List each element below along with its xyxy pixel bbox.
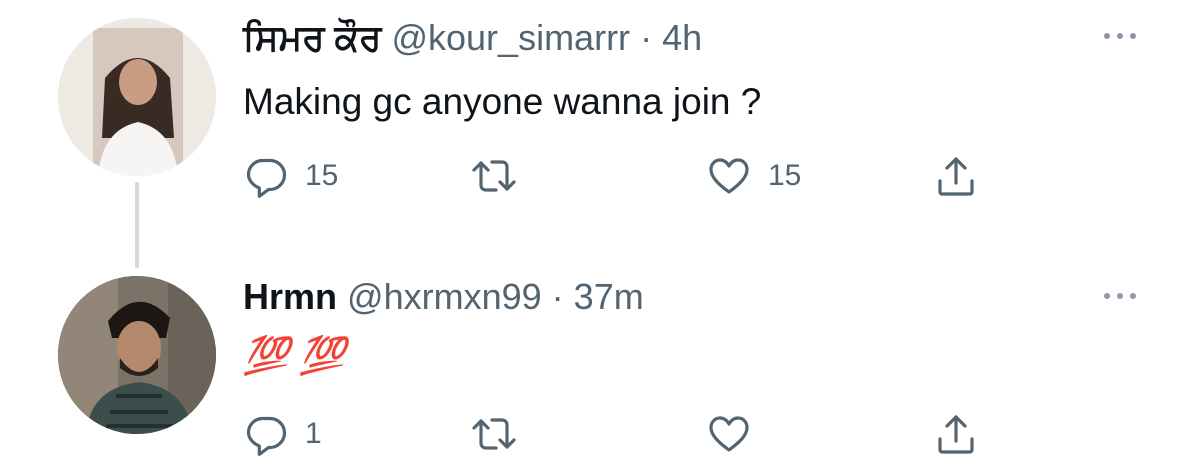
like-count: 15	[768, 159, 802, 192]
tweet-1[interactable]: ਸਿਮਰ ਕੌਰ @kour_simarrr · 4h Making gc an…	[0, 0, 1200, 268]
retweet-icon	[471, 153, 517, 199]
timestamp[interactable]: 4h	[662, 17, 702, 58]
tweet-2[interactable]: Hrmn @hxrmxn99 · 37m 💯 💯 1	[0, 230, 1200, 475]
tweet-actions: 15 15	[243, 153, 1003, 203]
tweet-text: Making gc anyone wanna join ?	[243, 81, 762, 122]
more-icon	[1104, 33, 1136, 39]
display-name[interactable]: Hrmn	[243, 276, 337, 317]
retweet-button[interactable]	[471, 153, 533, 199]
share-button[interactable]	[933, 153, 979, 199]
timestamp[interactable]: 37m	[574, 276, 644, 317]
reply-count: 15	[305, 159, 339, 192]
separator-dot: ·	[640, 17, 653, 58]
reply-icon	[243, 153, 289, 199]
heart-icon	[706, 411, 752, 457]
heart-icon	[706, 153, 752, 199]
avatar[interactable]	[58, 276, 216, 434]
reply-button[interactable]: 15	[243, 153, 338, 199]
more-options-button[interactable]	[1104, 33, 1136, 39]
avatar-photo	[58, 276, 216, 434]
reply-count: 1	[305, 417, 322, 450]
handle[interactable]: @hxrmxn99	[347, 276, 542, 317]
retweet-icon	[471, 411, 517, 457]
tweet-actions: 1	[243, 411, 1003, 461]
more-options-button[interactable]	[1104, 293, 1136, 299]
like-button[interactable]: 15	[706, 153, 801, 199]
tweet-header: Hrmn @hxrmxn99 · 37m	[243, 277, 644, 317]
share-icon	[933, 153, 979, 199]
avatar-photo	[58, 18, 216, 176]
share-button[interactable]	[933, 411, 979, 457]
handle[interactable]: @kour_simarrr	[391, 17, 630, 58]
separator-dot: ·	[551, 276, 564, 317]
tweet-text: 💯 💯	[243, 335, 346, 376]
like-button[interactable]	[706, 411, 768, 457]
tweet-header: ਸਿਮਰ ਕੌਰ @kour_simarrr · 4h	[243, 18, 702, 58]
more-icon	[1104, 293, 1136, 299]
avatar[interactable]	[58, 18, 216, 176]
share-icon	[933, 411, 979, 457]
retweet-button[interactable]	[471, 411, 533, 457]
reply-icon	[243, 411, 289, 457]
display-name[interactable]: ਸਿਮਰ ਕੌਰ	[243, 17, 381, 58]
reply-button[interactable]: 1	[243, 411, 322, 457]
